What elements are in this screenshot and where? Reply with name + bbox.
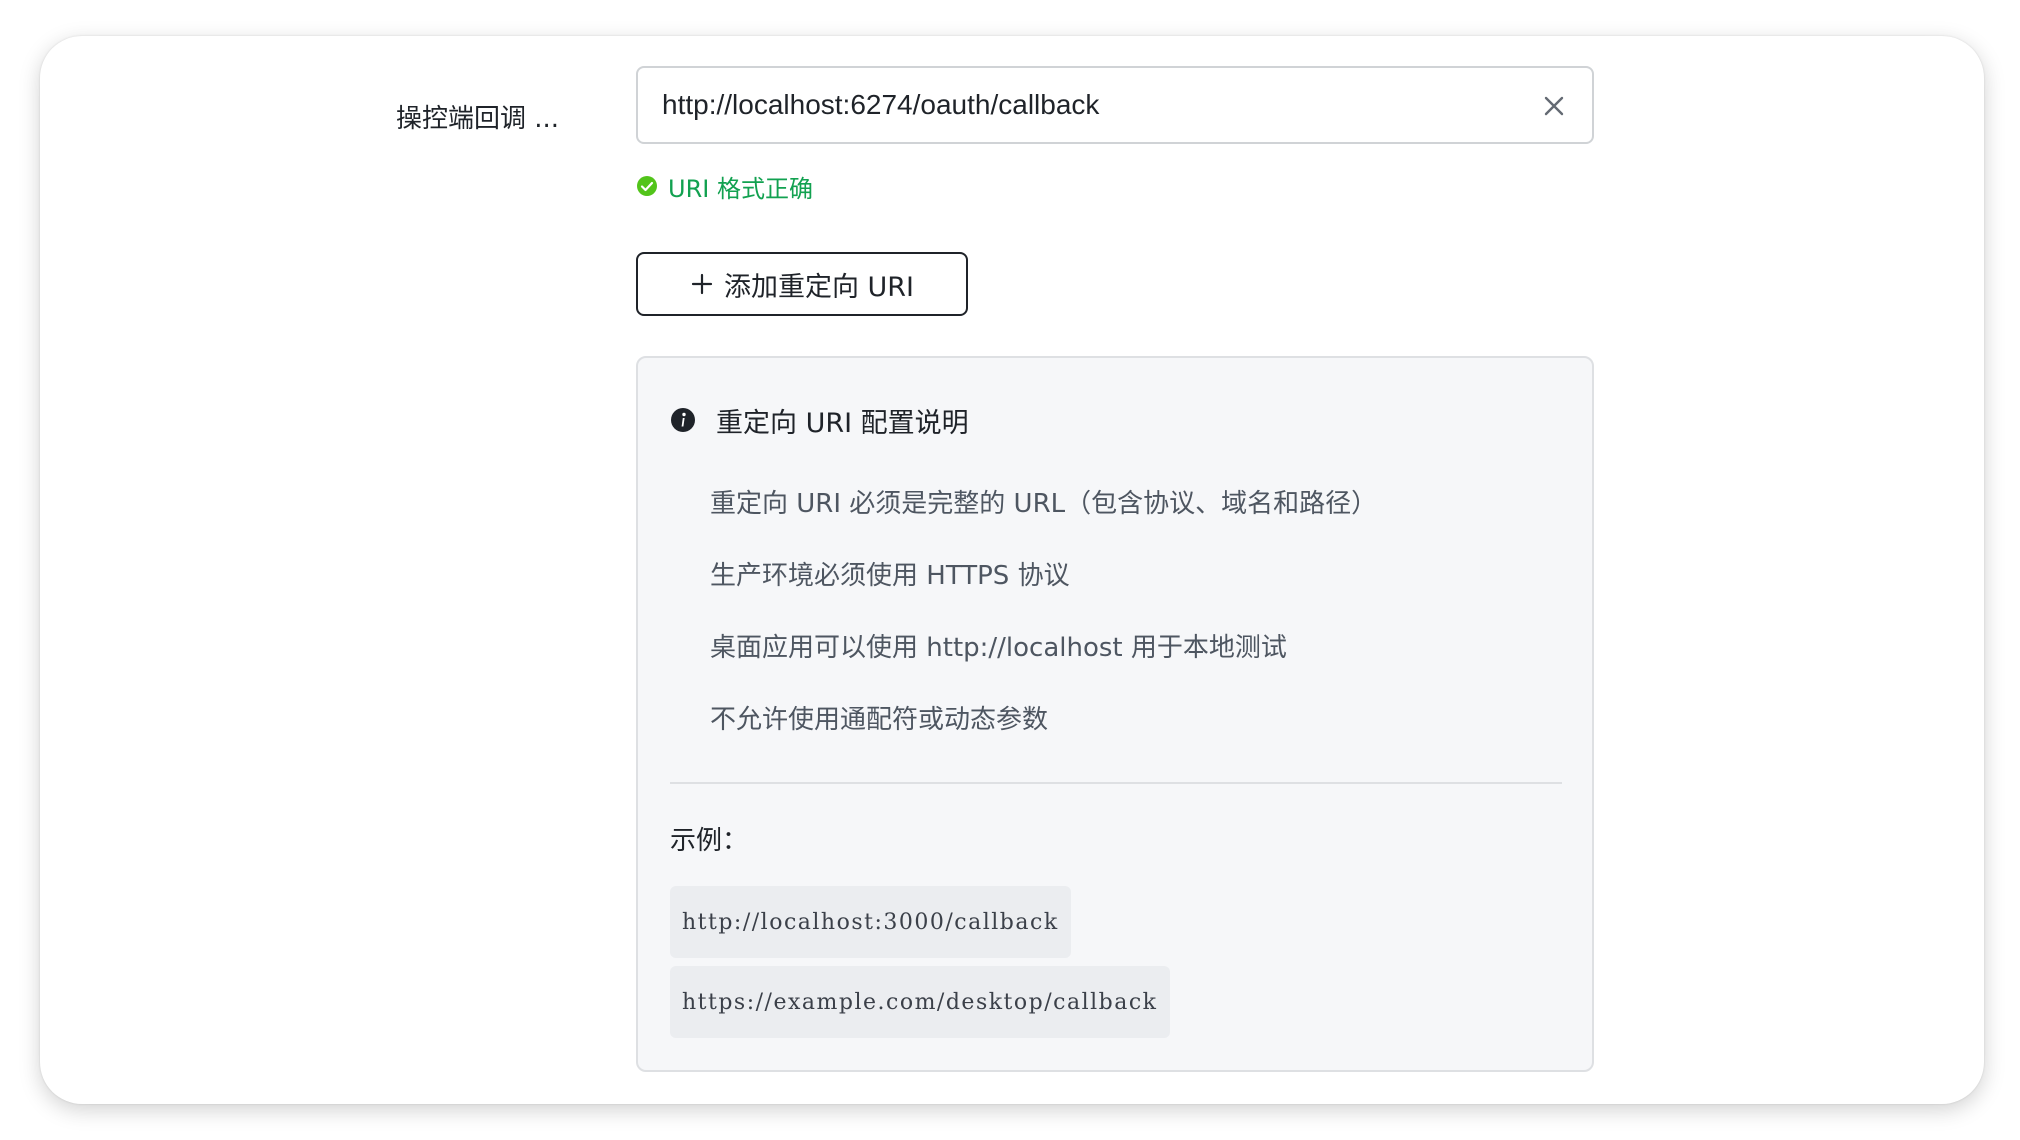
close-icon[interactable] (1540, 92, 1568, 120)
callback-uri-input[interactable] (662, 89, 1522, 121)
plus-icon (691, 273, 713, 295)
callback-field-label: 操控端回调 ... (396, 103, 560, 134)
info-title-text: 重定向 URI 配置说明 (716, 407, 969, 439)
example-uri: https://example.com/desktop/callback (670, 966, 1170, 1038)
callback-uri-field[interactable] (636, 66, 1594, 144)
list-item: 生产环境必须使用 HTTPS 协议 (710, 561, 1070, 591)
divider (670, 782, 1562, 784)
validation-message: URI 格式正确 (636, 166, 813, 206)
example-uri: http://localhost:3000/callback (670, 886, 1071, 958)
info-panel-title: 重定向 URI 配置说明 (670, 400, 969, 440)
list-item: 不允许使用通配符或动态参数 (710, 705, 1049, 735)
redirect-uri-info-panel: 重定向 URI 配置说明 重定向 URI 必须是完整的 URL（包含协议、域名和… (636, 356, 1594, 1072)
info-circle-icon (671, 408, 695, 432)
settings-card: 操控端回调 ... URI 格式正确 添加重定向 URI 重定向 URI 配置说… (40, 36, 1984, 1104)
validation-text: URI 格式正确 (668, 174, 813, 203)
list-item: 重定向 URI 必须是完整的 URL（包含协议、域名和路径） (710, 489, 1378, 519)
check-circle-icon (637, 176, 657, 196)
rules-list: 重定向 URI 必须是完整的 URL（包含协议、域名和路径） 生产环境必须使用 … (710, 468, 1377, 756)
add-redirect-uri-button[interactable]: 添加重定向 URI (636, 252, 968, 316)
list-item: 桌面应用可以使用 http://localhost 用于本地测试 (710, 633, 1287, 663)
examples-label: 示例： (670, 825, 749, 856)
add-button-label: 添加重定向 URI (723, 271, 915, 303)
